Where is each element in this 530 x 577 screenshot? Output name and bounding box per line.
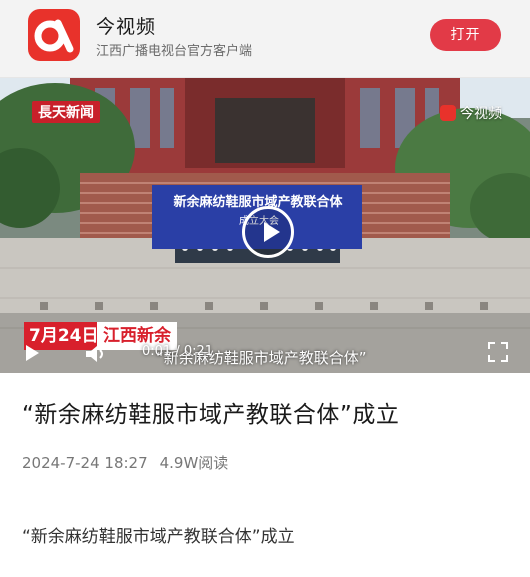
jinshipin-logo-icon (440, 105, 456, 121)
watermark-text: 今视频 (460, 106, 502, 122)
video-time: 0:01 / 0:21 (142, 344, 214, 359)
jinshipin-watermark: 今视频 (440, 103, 502, 123)
app-subtitle: 江西广播电视台官方客户端 (96, 44, 253, 59)
open-app-button[interactable]: 打开 (430, 19, 501, 51)
play-icon[interactable] (26, 345, 39, 361)
app-logo-icon[interactable] (28, 9, 80, 61)
publish-datetime: 2024-7-24 18:27 (22, 454, 148, 472)
article-body: “新余麻纺鞋服市域产教联合体”成立 (22, 527, 295, 547)
article-meta: 2024-7-24 18:27 4.9W阅读 (22, 452, 240, 473)
changtian-news-watermark: 長天新闻 (32, 101, 100, 123)
view-count: 4.9W阅读 (159, 454, 229, 472)
app-banner: 今视频 江西广播电视台官方客户端 打开 (0, 0, 530, 78)
volume-icon[interactable] (84, 344, 108, 368)
fullscreen-icon[interactable] (488, 342, 508, 366)
article-headline: “新余麻纺鞋服市域产教联合体”成立 (22, 402, 400, 428)
app-name: 今视频 (96, 16, 157, 38)
play-center-button[interactable] (242, 206, 294, 258)
